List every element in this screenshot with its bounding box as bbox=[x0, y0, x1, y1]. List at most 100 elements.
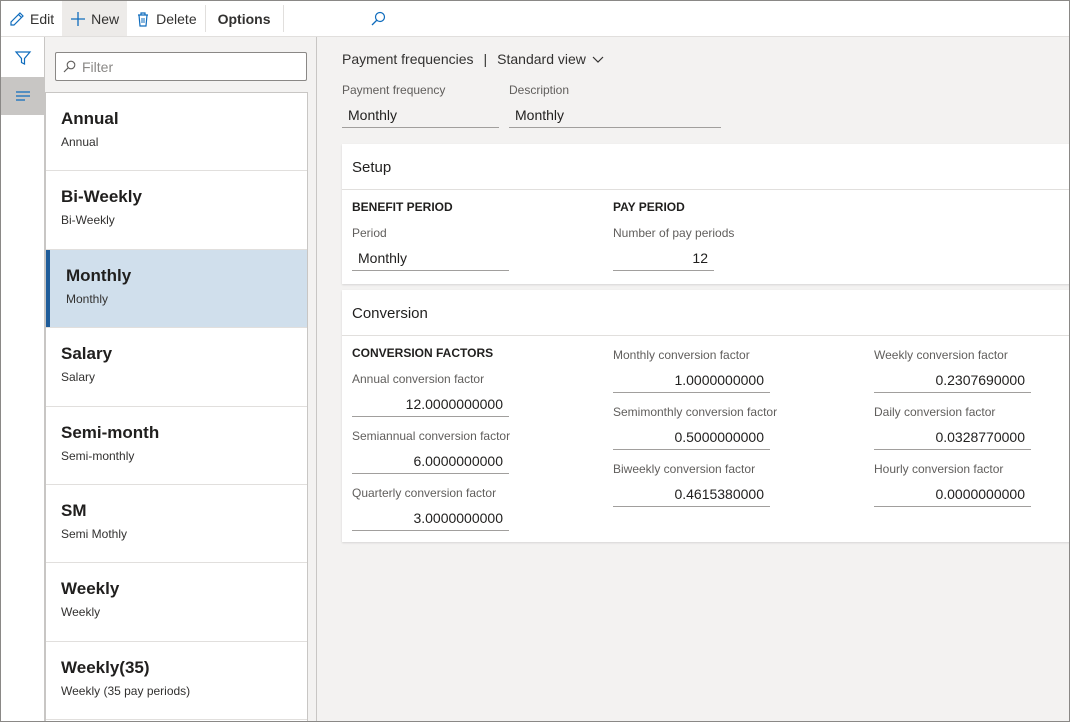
view-selector-label: Standard view bbox=[497, 51, 586, 67]
daily-factor-label: Daily conversion factor bbox=[874, 405, 996, 419]
annual-factor-field: Annual conversion factor 12.0000000000 bbox=[352, 372, 509, 417]
hourly-factor-value[interactable]: 0.0000000000 bbox=[874, 480, 1031, 507]
setup-header[interactable]: Setup bbox=[342, 144, 1069, 190]
list-item-name: Weekly bbox=[61, 579, 120, 599]
list-item-name: Annual bbox=[61, 109, 119, 128]
list-item[interactable]: Semi-month Semi-monthly bbox=[46, 407, 307, 485]
pay-periods-value[interactable]: 12 bbox=[613, 244, 714, 271]
list-item-description: Salary bbox=[61, 370, 96, 385]
semimonthly-factor-label: Semimonthly conversion factor bbox=[613, 405, 778, 419]
quarterly-factor-value[interactable]: 3.0000000000 bbox=[352, 504, 509, 531]
pay-periods-label: Number of pay periods bbox=[613, 226, 735, 240]
funnel-icon bbox=[14, 51, 32, 65]
list-item[interactable]: Bi-Weekly Bi-Weekly bbox=[46, 171, 307, 250]
list-view-button[interactable] bbox=[1, 77, 45, 115]
list-item-name: Salary bbox=[61, 344, 113, 364]
new-label: New bbox=[91, 10, 120, 27]
new-button[interactable]: New bbox=[62, 1, 128, 36]
edit-button[interactable]: Edit bbox=[1, 1, 62, 36]
payment-frequency-field: Payment frequency Monthly bbox=[342, 83, 499, 128]
list-item[interactable]: SM Semi Mothly bbox=[46, 485, 307, 564]
biweekly-factor-value[interactable]: 0.4615380000 bbox=[613, 480, 770, 507]
quarterly-factor-field: Quarterly conversion factor 3.0000000000 bbox=[352, 486, 509, 531]
payment-frequency-value[interactable]: Monthly bbox=[342, 101, 499, 128]
semimonthly-factor-value[interactable]: 0.5000000000 bbox=[613, 423, 770, 450]
delete-button[interactable]: Delete bbox=[127, 1, 204, 36]
list-item-description: Semi-monthly bbox=[61, 448, 135, 463]
weekly-factor-value[interactable]: 0.2307690000 bbox=[874, 366, 1031, 393]
semimonthly-factor-field: Semimonthly conversion factor 0.50000000… bbox=[613, 405, 777, 450]
list-item-name: Weekly(35) bbox=[61, 657, 150, 677]
edit-label: Edit bbox=[30, 10, 55, 27]
action-pane: Edit New Delete Options bbox=[1, 1, 1069, 37]
list-item-description: Weekly bbox=[61, 605, 101, 620]
list-item-name: Bi-Weekly bbox=[61, 187, 142, 207]
daily-factor-field: Daily conversion factor 0.0328770000 bbox=[874, 405, 1031, 450]
list-item-description: Monthly bbox=[66, 291, 109, 306]
daily-factor-value[interactable]: 0.0328770000 bbox=[874, 423, 1031, 450]
record-list: Annual Annual Bi-Weekly Bi-Weekly Monthly Mon… bbox=[45, 92, 308, 721]
list-item[interactable]: Weekly Weekly bbox=[46, 563, 307, 642]
filter-input[interactable] bbox=[82, 58, 282, 75]
pay-periods-field: Number of pay periods 12 bbox=[613, 226, 734, 271]
list-item-description: Annual bbox=[61, 135, 99, 149]
hourly-factor-label: Hourly conversion factor bbox=[874, 462, 1004, 476]
biweekly-factor-field: Biweekly conversion factor 0.4615380000 bbox=[613, 462, 770, 507]
list-item-name: Semi-month bbox=[61, 422, 160, 442]
hourly-factor-field: Hourly conversion factor 0.0000000000 bbox=[874, 462, 1031, 507]
filter-pane-button[interactable] bbox=[1, 39, 45, 77]
weekly-factor-field: Weekly conversion factor 0.2307690000 bbox=[874, 348, 1031, 393]
list-item-description: Weekly (35 pay periods) bbox=[61, 683, 191, 698]
description-field: Description Monthly bbox=[509, 83, 721, 128]
list-item[interactable]: Weekly(35) Weekly (35 pay periods) bbox=[46, 642, 307, 721]
monthly-factor-label: Monthly conversion factor bbox=[613, 348, 750, 362]
view-selector[interactable]: Standard view bbox=[497, 51, 605, 67]
page-title: Payment frequencies | Standard view bbox=[342, 51, 605, 67]
delete-label: Delete bbox=[156, 10, 197, 27]
weekly-factor-label: Weekly conversion factor bbox=[874, 348, 1008, 362]
quarterly-factor-label: Quarterly conversion factor bbox=[352, 486, 497, 500]
period-field: Period Monthly bbox=[352, 226, 509, 271]
page-title-text: Payment frequencies bbox=[342, 51, 474, 67]
list-item[interactable]: Monthly Monthly bbox=[46, 249, 307, 329]
list-pane: Annual Annual Bi-Weekly Bi-Weekly MonthlyMon… bbox=[45, 37, 317, 721]
list-item-description: Bi-Weekly bbox=[61, 213, 115, 228]
period-value[interactable]: Monthly bbox=[352, 244, 509, 271]
description-value[interactable]: Monthly bbox=[509, 101, 721, 128]
title-separator: | bbox=[483, 51, 488, 67]
annual-factor-label: Annual conversion factor bbox=[352, 372, 485, 386]
pencil-icon bbox=[10, 11, 24, 26]
search-icon bbox=[371, 11, 385, 25]
list-item[interactable]: Annual Annual bbox=[46, 93, 307, 172]
list-item[interactable]: Salary Salary bbox=[46, 328, 307, 407]
payment-frequency-label: Payment frequency bbox=[342, 83, 446, 97]
conversion-header[interactable]: Conversion bbox=[342, 290, 1069, 336]
left-rail bbox=[1, 37, 45, 721]
pay-period-heading: PAY PERIOD bbox=[613, 200, 685, 214]
biweekly-factor-label: Biweekly conversion factor bbox=[613, 462, 756, 476]
annual-factor-value[interactable]: 12.0000000000 bbox=[352, 390, 509, 417]
filter-box bbox=[55, 52, 307, 81]
conversion-factors-heading: CONVERSION FACTORS bbox=[352, 346, 494, 360]
trash-icon bbox=[138, 11, 149, 27]
list-icon bbox=[16, 91, 30, 101]
setup-section: Setup BENEFIT PERIOD Period Monthly PAY … bbox=[342, 144, 1069, 284]
plus-icon bbox=[71, 11, 86, 26]
search-button[interactable] bbox=[284, 1, 403, 36]
list-item-name: SM bbox=[61, 500, 87, 520]
description-label: Description bbox=[509, 83, 570, 97]
conversion-section: Conversion CONVERSION FACTORS Annual con… bbox=[342, 290, 1069, 542]
list-item-description: Semi Mothly bbox=[61, 526, 128, 541]
search-icon bbox=[63, 60, 76, 72]
benefit-period-heading: BENEFIT PERIOD bbox=[352, 200, 453, 214]
app-window: Edit New Delete Options Annual bbox=[0, 0, 1070, 722]
options-button[interactable]: Options bbox=[206, 1, 283, 36]
details-pane: Payment frequencies | Standard view Paym… bbox=[318, 37, 1069, 721]
monthly-factor-value[interactable]: 1.0000000000 bbox=[613, 366, 770, 393]
semiannual-factor-label: Semiannual conversion factor bbox=[352, 429, 511, 443]
semiannual-factor-value[interactable]: 6.0000000000 bbox=[352, 447, 509, 474]
chevron-down-icon bbox=[592, 56, 604, 63]
options-label: Options bbox=[217, 10, 271, 27]
monthly-factor-field: Monthly conversion factor 1.0000000000 bbox=[613, 348, 770, 393]
semiannual-factor-field: Semiannual conversion factor 6.000000000… bbox=[352, 429, 510, 474]
